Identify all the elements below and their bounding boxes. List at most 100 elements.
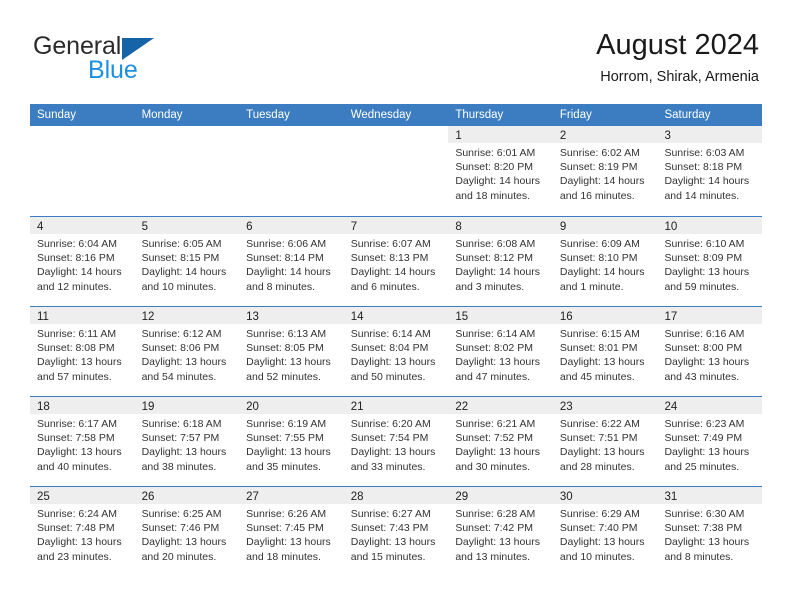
daylight-text-line1: Daylight: 13 hours: [350, 536, 436, 549]
daylight-text-line1: Daylight: 14 hours: [455, 175, 540, 188]
calendar-day-cell[interactable]: 19 Sunrise: 6:18 AM Sunset: 7:57 PM Dayligh…: [134, 397, 240, 486]
daylight-text-line1: Daylight: 13 hours: [664, 266, 750, 279]
daylight-text-line2: and 8 minutes.: [246, 280, 316, 293]
sunset-text: Sunset: 8:20 PM: [455, 161, 533, 174]
day-number: 26: [141, 491, 155, 503]
calendar-day-cell[interactable]: 21 Sunrise: 6:20 AM Sunset: 7:54 PM Dayligh…: [343, 397, 449, 486]
sunset-text: Sunset: 8:02 PM: [455, 342, 533, 355]
calendar-day-cell[interactable]: 14 Sunrise: 6:14 AM Sunset: 8:04 PM Dayligh…: [343, 307, 449, 396]
calendar-day-cell[interactable]: 31 Sunrise: 6:30 AM Sunset: 7:38 PM Dayligh…: [657, 487, 763, 576]
sunset-text: Sunset: 8:01 PM: [559, 342, 638, 355]
day-number-band: 9: [552, 217, 658, 234]
calendar-day-cell[interactable]: 1 Sunrise: 6:01 AM Sunset: 8:20 PM Daylight…: [448, 126, 553, 216]
sunrise-text: Sunrise: 6:09 AM: [559, 238, 640, 250]
sunset-text: Sunset: 8:00 PM: [664, 342, 743, 355]
calendar-day-cell[interactable]: 27 Sunrise: 6:26 AM Sunset: 7:45 PM Dayligh…: [239, 487, 344, 576]
day-details: Sunrise: 6:13 AM Sunset: 8:05 PM Daylight:…: [239, 324, 344, 384]
calendar-day-cell[interactable]: 3 Sunrise: 6:03 AM Sunset: 8:18 PM Daylight…: [657, 126, 763, 216]
daylight-text-line1: Daylight: 13 hours: [559, 356, 645, 369]
sunrise-text: Sunrise: 6:27 AM: [350, 508, 431, 520]
sunrise-text: Sunrise: 6:20 AM: [350, 418, 431, 430]
calendar-day-cell[interactable]: 29 Sunrise: 6:28 AM Sunset: 7:42 PM Dayligh…: [448, 487, 553, 576]
daylight-text-line1: Daylight: 13 hours: [37, 356, 122, 369]
sunset-text: Sunset: 8:04 PM: [350, 342, 429, 355]
calendar-day-cell[interactable]: 26 Sunrise: 6:25 AM Sunset: 7:46 PM Dayligh…: [134, 487, 240, 576]
calendar-grid: Sunday Monday Tuesday Wednesday Thursday Frid…: [30, 104, 763, 576]
day-number: 27: [246, 491, 259, 503]
calendar-day-cell[interactable]: 13 Sunrise: 6:13 AM Sunset: 8:05 PM Dayligh…: [239, 307, 344, 396]
calendar-day-cell[interactable]: 17 Sunrise: 6:16 AM Sunset: 8:00 PM Dayligh…: [657, 307, 763, 396]
calendar-day-cell[interactable]: 4 Sunrise: 6:04 AM Sunset: 8:16 PM Daylight…: [30, 217, 135, 306]
daylight-text-line2: and 33 minutes.: [350, 460, 426, 473]
calendar-day-cell[interactable]: 20 Sunrise: 6:19 AM Sunset: 7:55 PM Dayligh…: [239, 397, 344, 486]
daylight-text-line2: and 35 minutes.: [246, 460, 321, 473]
daylight-text-line2: and 52 minutes.: [246, 370, 321, 383]
day-details: Sunrise: 6:05 AM Sunset: 8:15 PM Daylight:…: [135, 234, 240, 294]
daylight-text-line1: Daylight: 13 hours: [455, 446, 540, 459]
sunset-text: Sunset: 8:13 PM: [350, 252, 429, 265]
calendar-day-cell[interactable]: 24 Sunrise: 6:23 AM Sunset: 7:49 PM Dayligh…: [657, 397, 763, 486]
weekday-header-tuesday: Tuesday: [246, 109, 290, 121]
daylight-text-line1: Daylight: 13 hours: [350, 446, 436, 459]
calendar-day-cell[interactable]: 2 Sunrise: 6:02 AM Sunset: 8:19 PM Daylight…: [552, 126, 658, 216]
day-details: Sunrise: 6:30 AM Sunset: 7:38 PM Daylight:…: [657, 504, 762, 564]
calendar-day-cell[interactable]: 6 Sunrise: 6:06 AM Sunset: 8:14 PM Daylight…: [239, 217, 344, 306]
calendar-day-cell[interactable]: 25 Sunrise: 6:24 AM Sunset: 7:48 PM Dayligh…: [30, 487, 135, 576]
daylight-text-line1: Daylight: 13 hours: [455, 356, 540, 369]
calendar-day-cell[interactable]: 5 Sunrise: 6:05 AM Sunset: 8:15 PM Daylight…: [134, 217, 240, 306]
calendar-day-cell[interactable]: 23 Sunrise: 6:22 AM Sunset: 7:51 PM Dayligh…: [552, 397, 658, 486]
day-number-band: 17: [657, 307, 763, 324]
day-number: 14: [350, 311, 364, 323]
daylight-text-line1: Daylight: 13 hours: [664, 446, 750, 459]
sunrise-text: Sunrise: 6:24 AM: [37, 508, 117, 520]
day-details: Sunrise: 6:09 AM Sunset: 8:10 PM Daylight:…: [553, 234, 658, 294]
daylight-text-line1: Daylight: 13 hours: [455, 536, 540, 549]
sunset-text: Sunset: 8:10 PM: [559, 252, 638, 265]
daylight-text-line2: and 10 minutes.: [559, 550, 635, 563]
sunset-text: Sunset: 7:48 PM: [37, 522, 115, 535]
sunrise-text: Sunrise: 6:19 AM: [246, 418, 327, 430]
day-details: Sunrise: 6:01 AM Sunset: 8:20 PM Daylight:…: [448, 143, 553, 203]
sunset-text: Sunset: 7:57 PM: [141, 432, 220, 445]
calendar-day-cell[interactable]: 18 Sunrise: 6:17 AM Sunset: 7:58 PM Dayligh…: [30, 397, 135, 486]
calendar-day-cell[interactable]: 11 Sunrise: 6:11 AM Sunset: 8:08 PM Dayligh…: [30, 307, 135, 396]
calendar-day-cell[interactable]: 22 Sunrise: 6:21 AM Sunset: 7:52 PM Dayligh…: [448, 397, 553, 486]
sunset-text: Sunset: 8:18 PM: [664, 161, 743, 174]
daylight-text-line1: Daylight: 13 hours: [559, 446, 645, 459]
day-number-band: 19: [134, 397, 240, 414]
brand-name-blue: Blue: [88, 56, 138, 84]
day-details: Sunrise: 6:26 AM Sunset: 7:45 PM Daylight:…: [239, 504, 344, 564]
daylight-text-line2: and 47 minutes.: [455, 370, 531, 383]
calendar-day-cell[interactable]: 28 Sunrise: 6:27 AM Sunset: 7:43 PM Dayligh…: [343, 487, 449, 576]
calendar-day-cell[interactable]: 9 Sunrise: 6:09 AM Sunset: 8:10 PM Daylight…: [552, 217, 658, 306]
calendar-day-cell[interactable]: 30 Sunrise: 6:29 AM Sunset: 7:40 PM Dayligh…: [552, 487, 658, 576]
sunrise-text: Sunrise: 6:22 AM: [559, 418, 640, 430]
calendar-day-cell[interactable]: 16 Sunrise: 6:15 AM Sunset: 8:01 PM Dayligh…: [552, 307, 658, 396]
day-number-band: 1: [448, 126, 553, 143]
calendar-day-cell[interactable]: 15 Sunrise: 6:14 AM Sunset: 8:02 PM Dayligh…: [448, 307, 553, 396]
calendar-week-row: 18 Sunrise: 6:17 AM Sunset: 7:58 PM Dayligh…: [30, 396, 763, 486]
daylight-text-line2: and 59 minutes.: [664, 280, 740, 293]
weekday-header-monday: Monday: [141, 109, 183, 121]
sunrise-text: Sunrise: 6:23 AM: [664, 418, 745, 430]
sunset-text: Sunset: 8:16 PM: [37, 252, 115, 265]
day-number-band: 4: [30, 217, 135, 234]
sunrise-text: Sunrise: 6:02 AM: [559, 147, 640, 159]
daylight-text-line2: and 6 minutes.: [350, 280, 420, 293]
calendar-day-cell[interactable]: 7 Sunrise: 6:07 AM Sunset: 8:13 PM Daylight…: [343, 217, 449, 306]
brand-logo[interactable]: General Blue: [33, 32, 243, 88]
sunset-text: Sunset: 7:49 PM: [664, 432, 743, 445]
day-details: Sunrise: 6:28 AM Sunset: 7:42 PM Daylight:…: [448, 504, 553, 564]
day-details: Sunrise: 6:10 AM Sunset: 8:09 PM Daylight:…: [657, 234, 762, 294]
day-details: Sunrise: 6:23 AM Sunset: 7:49 PM Daylight:…: [657, 414, 762, 474]
daylight-text-line1: Daylight: 14 hours: [559, 266, 645, 279]
day-number-band: 20: [239, 397, 344, 414]
calendar-day-cell[interactable]: 10 Sunrise: 6:10 AM Sunset: 8:09 PM Dayligh…: [657, 217, 763, 306]
day-number: 9: [559, 221, 567, 233]
calendar-day-cell[interactable]: 12 Sunrise: 6:12 AM Sunset: 8:06 PM Dayligh…: [134, 307, 240, 396]
calendar-day-cell[interactable]: 8 Sunrise: 6:08 AM Sunset: 8:12 PM Daylight…: [448, 217, 553, 306]
daylight-text-line2: and 14 minutes.: [664, 189, 740, 202]
daylight-text-line1: Daylight: 13 hours: [246, 536, 331, 549]
day-number: 31: [664, 491, 678, 503]
day-details: Sunrise: 6:11 AM Sunset: 8:08 PM Daylight:…: [30, 324, 135, 384]
